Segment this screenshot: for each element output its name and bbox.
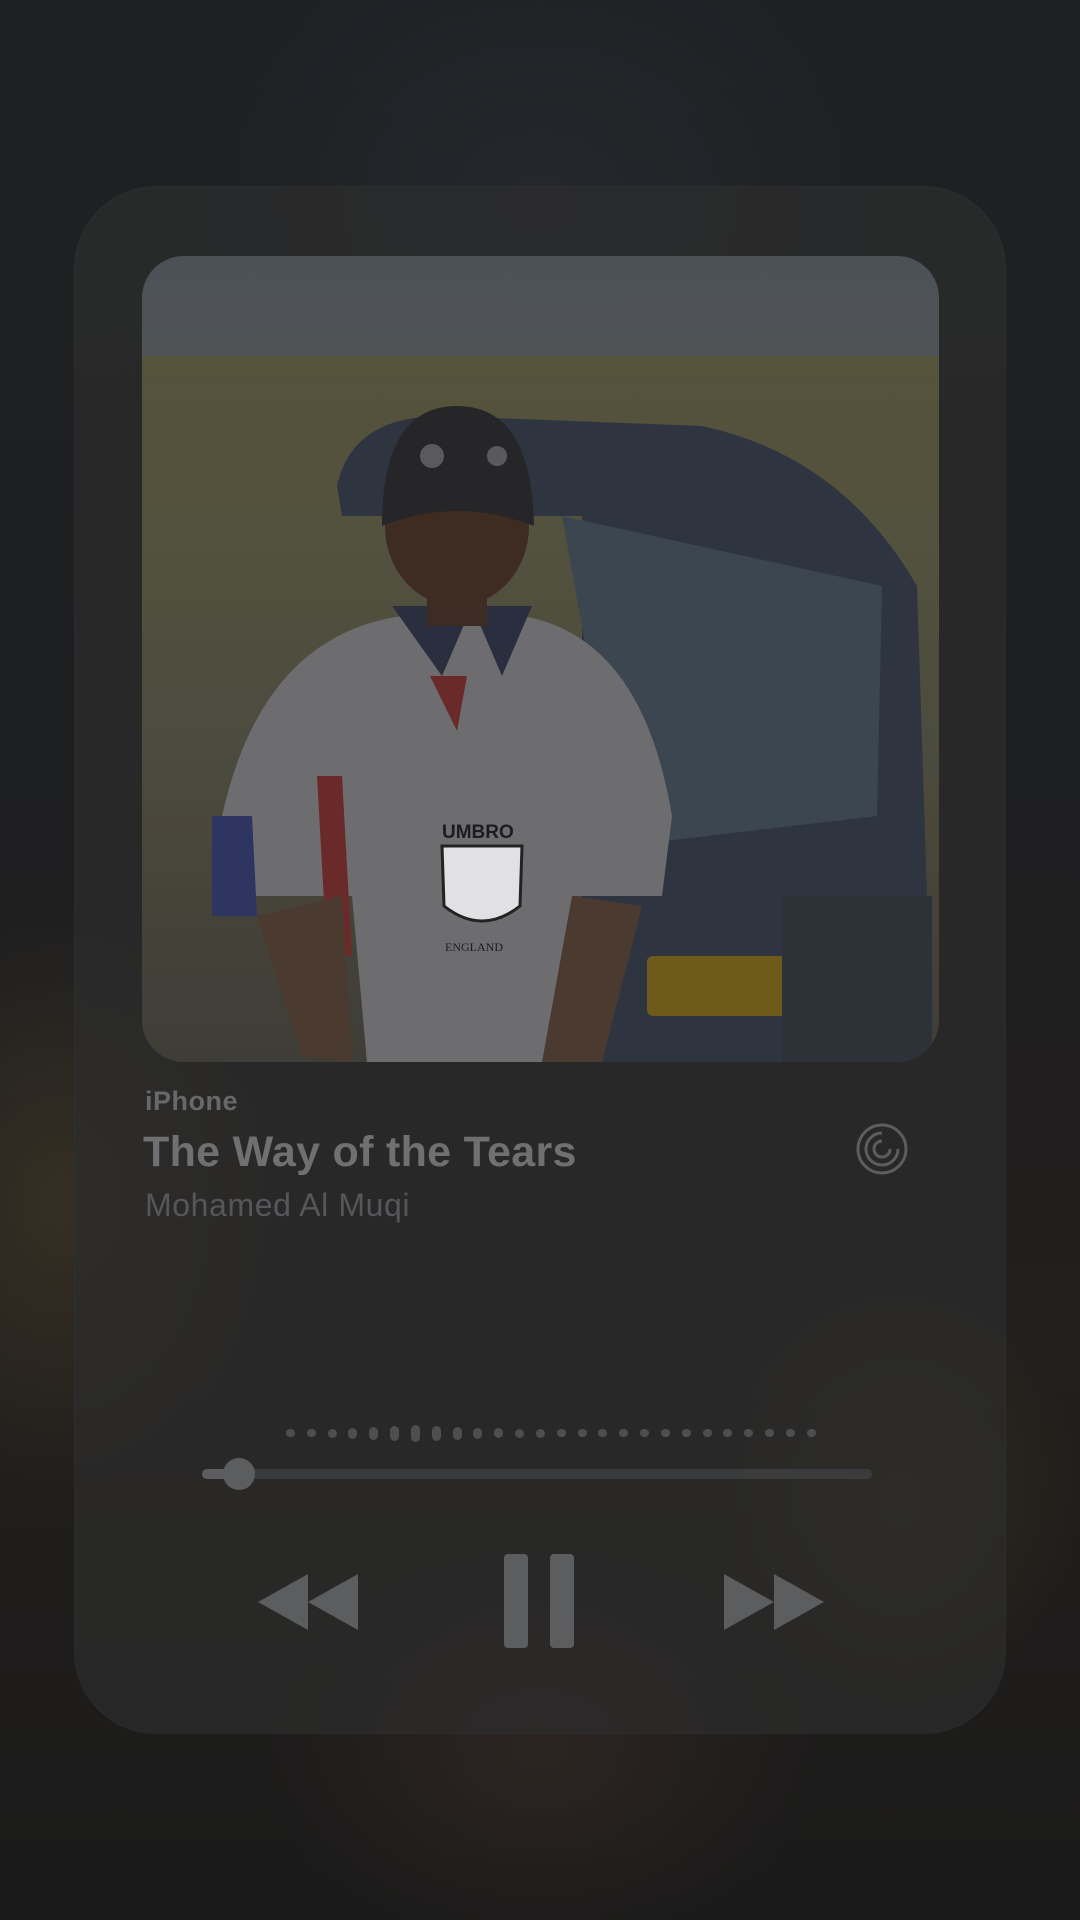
rewind-button[interactable]: [254, 1570, 362, 1634]
level-dot: [702, 1429, 712, 1437]
pause-icon: [504, 1554, 574, 1648]
fast-forward-button[interactable]: [720, 1570, 828, 1634]
audio-level-indicator: [286, 1418, 816, 1448]
level-dot: [348, 1427, 358, 1439]
fast-forward-icon: [724, 1574, 824, 1630]
level-dot: [494, 1428, 504, 1438]
level-dot: [556, 1429, 566, 1437]
airplay-icon[interactable]: [856, 1123, 908, 1175]
level-dot: [390, 1425, 400, 1441]
level-dot: [535, 1428, 545, 1438]
level-dot: [410, 1424, 420, 1442]
level-dot: [681, 1429, 691, 1437]
shirt-brand-text: UMBRO: [442, 822, 514, 843]
rewind-icon: [258, 1574, 358, 1630]
level-dot: [286, 1429, 295, 1437]
level-dot: [598, 1429, 608, 1437]
pause-button[interactable]: [502, 1552, 576, 1650]
level-dot: [806, 1429, 816, 1437]
level-dot: [765, 1429, 775, 1437]
level-dot: [577, 1429, 587, 1437]
now-playing-screen: UMBRO ENGLAND iPhone The Way of the Tear…: [0, 0, 1080, 1920]
level-dot: [327, 1428, 337, 1438]
level-dot: [369, 1426, 379, 1440]
level-dot: [619, 1429, 629, 1437]
level-dot: [452, 1426, 462, 1440]
level-dot: [660, 1429, 670, 1437]
playback-scrubber[interactable]: [202, 1458, 872, 1490]
output-source-label: iPhone: [145, 1086, 239, 1116]
scrubber-thumb[interactable]: [222, 1458, 255, 1490]
level-dot: [306, 1429, 316, 1437]
crest-caption-text: ENGLAND: [445, 940, 503, 954]
artist-name[interactable]: Mohamed Al Muqi: [145, 1187, 410, 1224]
level-dot: [640, 1429, 650, 1437]
level-dot: [723, 1429, 733, 1437]
level-dot: [515, 1428, 525, 1438]
album-artwork: UMBRO ENGLAND: [142, 256, 939, 1062]
level-dot: [785, 1429, 795, 1437]
level-dot: [473, 1427, 483, 1439]
track-title: The Way of the Tears: [143, 1128, 577, 1176]
level-dot: [431, 1425, 441, 1441]
level-dot: [744, 1429, 754, 1437]
